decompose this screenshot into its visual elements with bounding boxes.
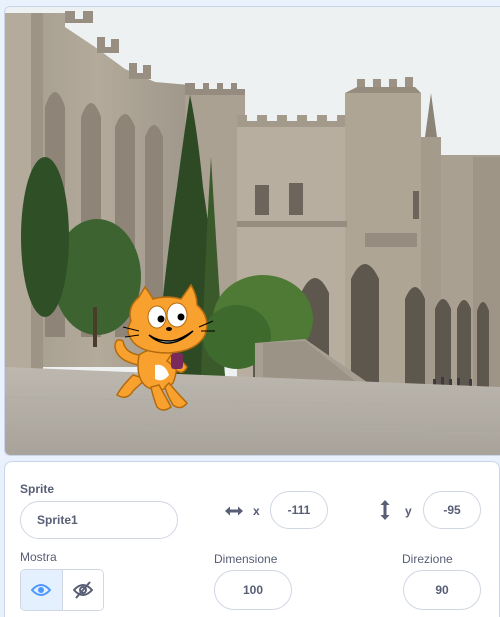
- sprite-info-panel: Sprite Sprite1 x -111 y -95 Mostra Dimen…: [4, 461, 500, 617]
- vertical-arrows-icon: [380, 500, 390, 520]
- eye-icon: [31, 584, 52, 596]
- size-input[interactable]: 100: [214, 570, 292, 610]
- y-position-input[interactable]: -95: [423, 491, 481, 529]
- stage-backdrop: [5, 7, 500, 455]
- show-button[interactable]: [21, 570, 63, 610]
- scratch-cat-sprite[interactable]: [109, 283, 221, 415]
- x-label: x: [253, 504, 260, 518]
- sprite-label: Sprite: [20, 482, 55, 496]
- horizontal-arrows-icon: [225, 506, 243, 516]
- y-label: y: [405, 504, 412, 518]
- stage[interactable]: [4, 6, 500, 456]
- show-label: Mostra: [20, 550, 57, 564]
- hide-button[interactable]: [62, 570, 103, 610]
- direction-input[interactable]: 90: [403, 570, 481, 610]
- sprite-name-input[interactable]: Sprite1: [20, 501, 178, 539]
- x-position-input[interactable]: -111: [270, 491, 328, 529]
- scratch-editor-root: Sprite Sprite1 x -111 y -95 Mostra Dimen…: [0, 0, 500, 617]
- visibility-toggle: [20, 569, 104, 611]
- size-label: Dimensione: [214, 552, 278, 566]
- eye-slash-icon: [72, 581, 93, 599]
- direction-label: Direzione: [402, 552, 453, 566]
